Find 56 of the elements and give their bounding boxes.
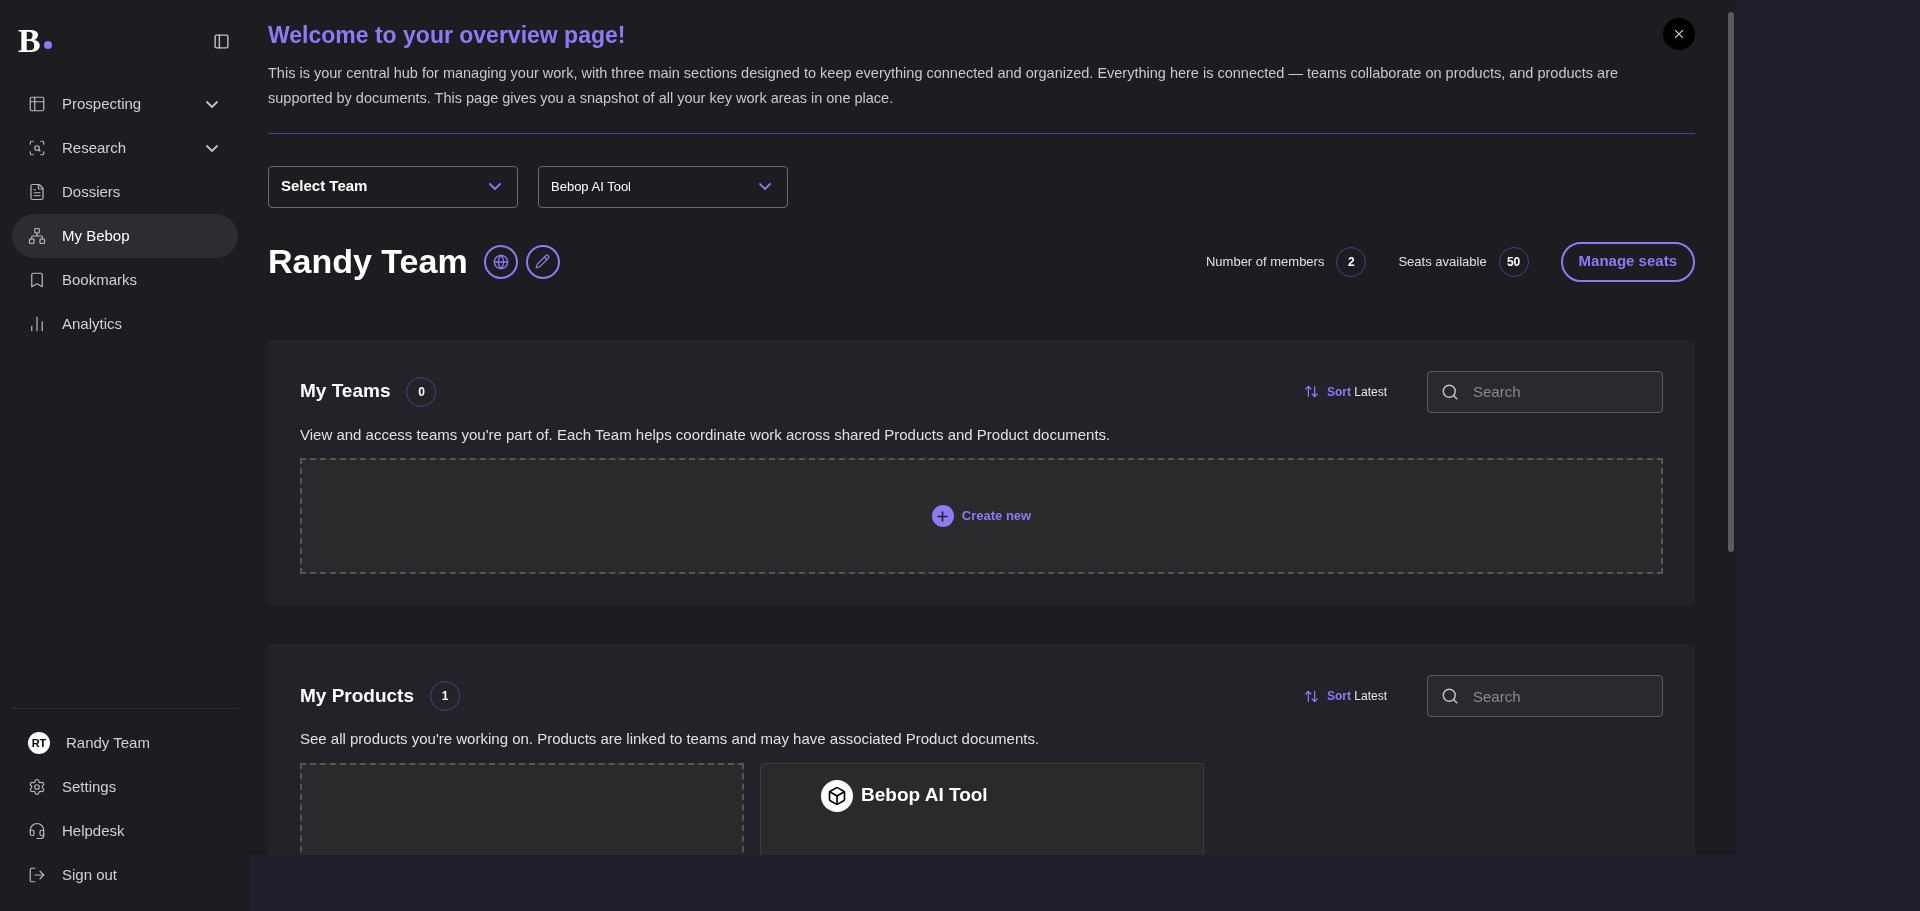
section-title: My Products: [300, 683, 415, 708]
product-name: Bebop AI Tool: [861, 783, 988, 808]
nav-item[interactable]: RT Randy Team: [12, 721, 238, 765]
search-field[interactable]: Search: [1427, 370, 1663, 413]
close-icon: [1672, 27, 1686, 41]
plus-icon: [931, 505, 954, 527]
bar-chart-icon: [28, 315, 46, 333]
globe-icon: [492, 253, 509, 270]
search-icon: [1441, 687, 1459, 705]
search-field[interactable]: Search: [1427, 675, 1663, 717]
select-dropdown[interactable]: Select Team: [268, 165, 518, 208]
nav-item[interactable]: Dossiers: [12, 170, 238, 214]
section-title: My Teams: [300, 379, 391, 404]
hierarchy-icon: [28, 227, 46, 245]
nav-item[interactable]: Bookmarks: [12, 258, 238, 302]
avatar: RT: [28, 732, 50, 754]
select-dropdown[interactable]: Bebop AI Tool: [538, 165, 788, 208]
settings-icon: [28, 778, 46, 796]
document-icon: [28, 183, 46, 201]
nav-item[interactable]: Research: [12, 126, 238, 170]
manage-seats-button[interactable]: Manage seats: [1560, 241, 1695, 282]
nav-item[interactable]: My Bebop: [12, 214, 238, 258]
seats-label: Seats available: [1398, 252, 1487, 271]
sort-icon: [1303, 688, 1319, 704]
sidebar-toggle-icon[interactable]: [213, 32, 230, 50]
welcome-text: This is your central hub for managing your work, with three main sections designed to keep everything connected and organized. Everything here is connected — teams collaborate on products, and products are supported by documents. This page gives you a snapshot of all your key work areas in one place.: [268, 63, 1620, 108]
sort-button[interactable]: Sort Latest: [1303, 382, 1387, 401]
nav-item[interactable]: Analytics: [12, 302, 238, 346]
section-description: See all products you're working on. Products are linked to teams and may have associated Product documents.: [300, 729, 1041, 749]
create-new-button[interactable]: Create new: [300, 458, 1663, 574]
sort-icon: [1303, 384, 1319, 399]
product-card[interactable]: Bebop AI Tool: [760, 762, 1204, 855]
cube-icon: [821, 779, 853, 812]
search-icon: [1441, 382, 1459, 401]
section-description: View and access teams you're part of. Each Team helps coordinate work across shared Products and Product documents.: [300, 424, 1112, 445]
nav-item[interactable]: Helpdesk: [12, 809, 238, 853]
chevron-down-icon: [206, 100, 218, 108]
table-icon: [28, 95, 46, 113]
nav-item[interactable]: Sign out: [12, 853, 238, 897]
bookmark-icon: [28, 271, 46, 289]
chevron-down-icon: [206, 144, 218, 152]
headset-icon: [28, 822, 46, 840]
sort-button[interactable]: Sort Latest: [1303, 687, 1387, 705]
nav-item[interactable]: Prospecting: [12, 82, 238, 126]
search-icon: [28, 139, 46, 157]
globe-button[interactable]: [483, 244, 518, 279]
team-name: Randy Team: [268, 241, 468, 282]
members-label: Number of members: [1205, 252, 1325, 271]
pencil-icon: [535, 254, 551, 269]
chevron-down-icon: [759, 183, 771, 190]
sign-out-icon: [28, 866, 46, 884]
edit-button[interactable]: [525, 244, 560, 279]
chevron-down-icon: [489, 183, 501, 190]
logo[interactable]: B: [18, 24, 52, 58]
welcome-title: Welcome to your overview page!: [268, 21, 627, 50]
nav-item[interactable]: Settings: [12, 765, 238, 809]
